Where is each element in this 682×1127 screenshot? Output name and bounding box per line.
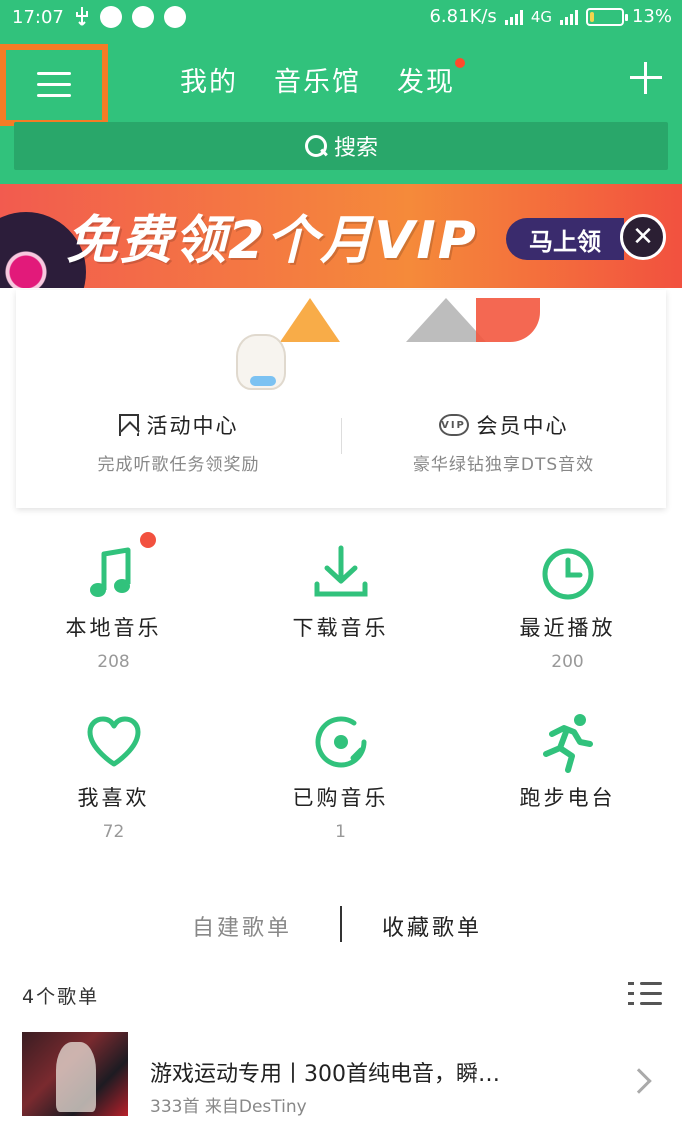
download-music[interactable]: 下载音乐 [227,540,454,652]
search-icon [304,134,328,158]
top-nav-tabs: 我的 音乐馆 发现 [180,58,465,99]
playlist-title: 游戏运动专用丨300首纯电音，瞬… [150,1062,500,1087]
banner-close-icon[interactable]: ✕ [620,214,666,260]
tab-music-hall-label: 音乐馆 [274,67,361,98]
menu-button[interactable] [0,44,108,126]
notification-music-icon-2 [163,6,186,28]
signal-icon-2 [559,9,578,25]
battery-fill [589,11,594,22]
art-triangle-orange [280,298,340,342]
usb-icon [74,6,90,28]
banner-text: 免费领2个月VIP [66,211,478,271]
purchased-music-label: 已购音乐 [292,786,389,810]
playlist-tabs: 自建歌单 收藏歌单 [0,906,682,946]
vip-center[interactable]: VIP 会员中心 豪华绿钻独享DTS音效 [341,410,666,475]
search-bar[interactable]: 搜索 [14,122,668,170]
network-type: 4G [530,7,552,26]
status-time: 17:07 [12,6,64,28]
battery-icon [585,7,628,26]
signal-icon [504,9,523,25]
battery-percent: 13% [631,6,672,27]
status-left: 17:07 [12,6,186,28]
art-triangle-gray [406,298,486,342]
tab-mine[interactable]: 我的 [180,60,238,99]
status-right: 6.81K/s 4G 13% [429,6,672,27]
bookmark-flag-icon [118,414,139,436]
vip-center-label: 会员中心 [476,414,569,438]
mascot-icon [236,334,286,390]
search-label: 搜索 [333,136,378,161]
my-favorites[interactable]: 我喜欢 72 [0,710,227,842]
download-music-label: 下载音乐 [292,616,389,640]
promo-banner[interactable]: 免费领2个月VIP 马上领 ✕ [0,184,682,288]
notification-app-icon [99,6,122,28]
activity-center-label: 活动中心 [146,414,239,438]
recent-play[interactable]: 最近播放 200 [454,540,681,672]
running-radio[interactable]: 跑步电台 [454,710,681,822]
app-header: 17:07 6.81K/s 4G 13% 我的 音乐馆 发现 搜索 [0,0,682,184]
purchased-music[interactable]: 已购音乐 1 [227,710,454,842]
new-badge-dot [139,532,156,548]
local-music[interactable]: 本地音乐 208 [0,532,227,672]
vip-center-subtitle: 豪华绿钻独享DTS音效 [412,455,595,475]
disc-icon [309,710,373,774]
claim-now-button[interactable]: 马上领 [506,218,624,260]
recent-play-label: 最近播放 [519,616,616,640]
recent-play-count: 200 [551,652,584,672]
network-speed: 6.81K/s [429,6,497,27]
my-favorites-label: 我喜欢 [77,786,150,810]
tab-music-hall[interactable]: 音乐馆 [274,60,361,99]
tab-self-created-playlists[interactable]: 自建歌单 [192,910,292,942]
list-item[interactable]: 游戏运动专用丨300首纯电音，瞬… 333首 来自DesTiny [22,1032,662,1117]
music-note-icon [82,532,156,604]
vip-center-title: VIP 会员中心 [341,410,666,440]
heart-icon [82,710,146,774]
tab-mine-label: 我的 [180,67,238,98]
purchased-music-count: 1 [335,822,346,842]
add-button[interactable] [630,62,662,94]
runner-icon [536,710,600,774]
download-icon [309,540,373,604]
notification-music-icon [131,6,154,28]
card-illustration [236,298,540,390]
playlist-cover-image [22,1032,128,1116]
art-shape-red [476,298,540,342]
activity-vip-card: 活动中心 完成听歌任务领奖励 VIP 会员中心 豪华绿钻独享DTS音效 [16,290,666,508]
local-music-count: 208 [97,652,130,672]
activity-center-title: 活动中心 [16,410,341,440]
tab-discover-label: 发现 [397,67,455,98]
activity-center[interactable]: 活动中心 完成听歌任务领奖励 [16,410,341,475]
activity-center-subtitle: 完成听歌任务领奖励 [97,455,260,475]
status-bar: 17:07 6.81K/s 4G 13% [0,0,682,36]
playlist-meta: 333首 来自DesTiny [150,1097,307,1117]
local-music-label: 本地音乐 [65,616,162,640]
chevron-right-icon [626,1068,652,1094]
tab-collected-playlists[interactable]: 收藏歌单 [382,910,482,942]
tab-discover[interactable]: 发现 [397,58,465,99]
hamburger-icon [37,72,71,98]
clock-icon [536,540,600,604]
vip-badge-icon: VIP [438,414,469,436]
playlist-header: 4个歌单 [22,982,662,1012]
notification-dot [455,58,465,68]
playlist-count: 4个歌单 [22,986,100,1008]
my-favorites-count: 72 [102,822,125,842]
running-radio-label: 跑步电台 [519,786,616,810]
list-manage-icon[interactable] [628,978,662,1010]
playlist-tab-divider [340,906,342,942]
